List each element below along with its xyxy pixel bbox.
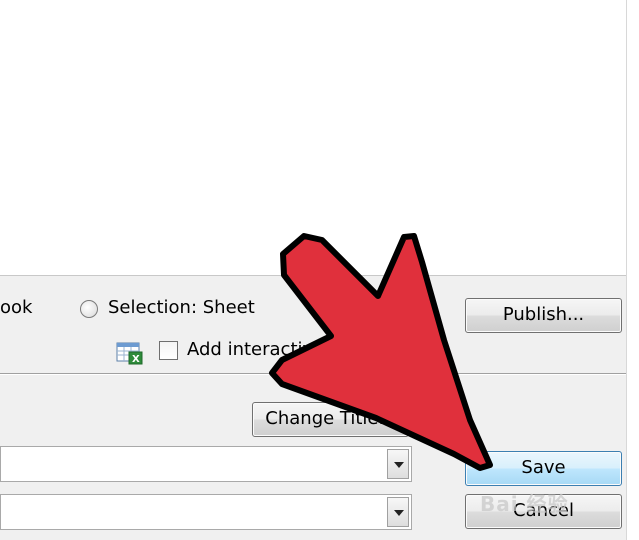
red-arrow-icon [269,233,493,471]
watermark: Bai 经验 [480,492,569,516]
save-as-dialog: ook Selection: Sheet Publish... X Add in… [0,0,639,540]
